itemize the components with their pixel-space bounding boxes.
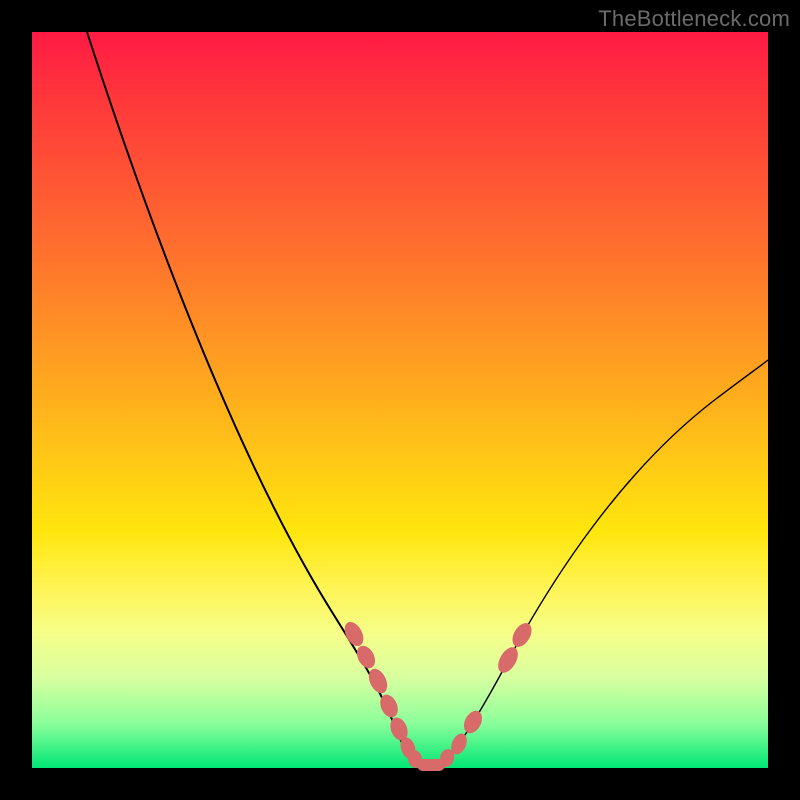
marker-dot bbox=[494, 644, 522, 676]
curve-right-branch bbox=[439, 360, 768, 765]
marker-dot bbox=[460, 708, 485, 737]
plot-area bbox=[32, 32, 768, 768]
marker-group bbox=[341, 619, 536, 771]
marker-dot bbox=[365, 666, 391, 696]
watermark-text: TheBottleneck.com bbox=[598, 6, 790, 32]
marker-dot bbox=[353, 643, 378, 672]
marker-dot bbox=[509, 620, 536, 651]
curve-layer bbox=[32, 32, 768, 768]
chart-frame: TheBottleneck.com bbox=[0, 0, 800, 800]
